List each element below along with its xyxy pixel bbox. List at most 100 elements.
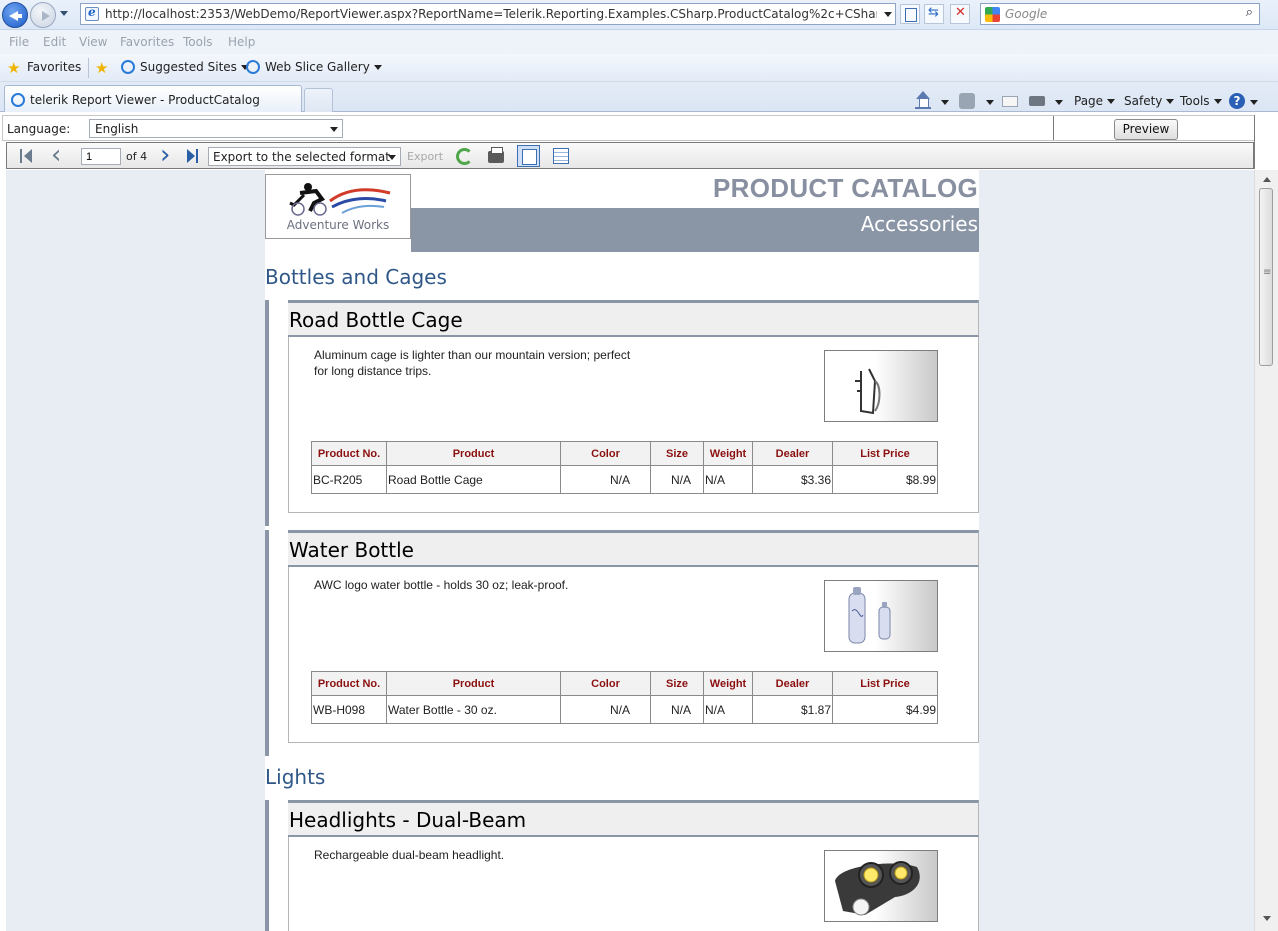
column-header: Dealer: [752, 671, 833, 696]
language-label: Language:: [7, 122, 71, 136]
menu-view[interactable]: View: [79, 35, 107, 49]
parameters-area: Language: English Preview: [2, 115, 1254, 141]
compatibility-view-button[interactable]: [900, 4, 920, 24]
chevron-down-icon[interactable]: [986, 100, 994, 105]
table-cell: WB-H098: [311, 695, 387, 724]
table-header-row: Product No. Product Color Size Weight De…: [311, 671, 938, 696]
tools-menu[interactable]: Tools: [1180, 94, 1222, 108]
menu-tools[interactable]: Tools: [183, 35, 213, 49]
menu-edit[interactable]: Edit: [43, 35, 66, 49]
group-bar: [265, 530, 269, 756]
export-link[interactable]: Export: [407, 150, 443, 163]
back-button[interactable]: [2, 2, 28, 28]
ie-icon: [246, 60, 260, 74]
page-number-input[interactable]: [81, 148, 121, 165]
new-tab-button[interactable]: [304, 88, 333, 112]
export-format-select[interactable]: Export to the selected format: [208, 147, 401, 166]
url-field[interactable]: http://localhost:2353/WebDemo/ReportView…: [80, 3, 896, 25]
chevron-down-icon[interactable]: [1250, 100, 1258, 105]
web-slice-gallery-label: Web Slice Gallery: [265, 60, 370, 74]
refresh-button[interactable]: [924, 4, 944, 24]
scroll-up-icon[interactable]: [1263, 177, 1271, 182]
forward-button[interactable]: [30, 2, 56, 28]
refresh-report-icon[interactable]: [456, 148, 473, 165]
table-cell: N/A: [650, 465, 704, 494]
table-cell: $8.99: [832, 465, 938, 494]
report-content-area[interactable]: Adventure Works PRODUCT CATALOG Accessor…: [6, 170, 1254, 931]
chevron-down-icon: [373, 65, 382, 70]
document-map-icon[interactable]: [553, 148, 569, 164]
column-header: Product: [386, 441, 561, 466]
favorites-button[interactable]: Favorites: [27, 60, 81, 74]
print-icon[interactable]: [488, 147, 504, 163]
chevron-down-icon[interactable]: [941, 100, 949, 105]
table-header-row: Product No. Product Color Size Weight De…: [311, 441, 938, 466]
column-header: Weight: [703, 671, 753, 696]
product-name: Road Bottle Cage: [289, 308, 463, 332]
url-dropdown-icon[interactable]: [884, 12, 892, 17]
menu-help[interactable]: Help: [228, 35, 255, 49]
favbar-separator: [88, 58, 89, 78]
scroll-down-icon[interactable]: [1263, 916, 1271, 921]
product-header: Headlights - Dual-Beam: [288, 800, 979, 837]
ie-icon: [121, 60, 135, 74]
previous-page-icon[interactable]: [47, 140, 65, 170]
help-icon[interactable]: ?: [1229, 93, 1245, 109]
product-body: Aluminum cage is lighter than our mounta…: [288, 337, 979, 513]
product-name: Headlights - Dual-Beam: [289, 808, 527, 832]
adventure-works-logo: Adventure Works: [265, 174, 411, 239]
menu-favorites[interactable]: Favorites: [120, 35, 174, 49]
vertical-scrollbar[interactable]: [1254, 170, 1278, 931]
chevron-down-icon: [330, 127, 338, 132]
language-value: English: [95, 122, 139, 136]
table-cell: N/A: [650, 695, 704, 724]
stop-button[interactable]: [950, 4, 970, 24]
safety-menu-label: Safety: [1124, 94, 1163, 108]
rss-feed-icon[interactable]: [959, 93, 975, 109]
chevron-down-icon: [1213, 99, 1222, 104]
home-icon[interactable]: [915, 91, 931, 109]
column-header: Size: [650, 671, 704, 696]
next-page-icon[interactable]: [155, 140, 173, 170]
table-cell: $1.87: [752, 695, 833, 724]
menu-bar: File Edit View Favorites Tools Help: [0, 30, 1278, 54]
add-favorite-icon[interactable]: ★: [95, 59, 108, 77]
water-bottle-icon: [824, 580, 938, 652]
last-page-icon[interactable]: [184, 147, 202, 165]
search-input[interactable]: Google ⌕: [980, 3, 1260, 25]
language-select[interactable]: English: [89, 119, 343, 138]
web-slice-gallery-link[interactable]: Web Slice Gallery: [265, 60, 382, 74]
preview-button[interactable]: Preview: [1114, 119, 1178, 140]
product-description: AWC logo water bottle - holds 30 oz; lea…: [314, 578, 569, 592]
product-header: Road Bottle Cage: [288, 300, 979, 337]
ie-icon: [11, 93, 25, 107]
table-cell: N/A: [560, 465, 651, 494]
chevron-down-icon[interactable]: [1055, 100, 1063, 105]
suggested-sites-link[interactable]: Suggested Sites: [140, 60, 249, 74]
logo-text: Adventure Works: [286, 218, 390, 232]
tab-title: telerik Report Viewer - ProductCatalog: [30, 93, 260, 107]
tab-report-viewer[interactable]: telerik Report Viewer - ProductCatalog: [4, 85, 302, 112]
search-icon[interactable]: ⌕: [1246, 5, 1253, 20]
product-name: Water Bottle: [289, 538, 414, 562]
url-text[interactable]: http://localhost:2353/WebDemo/ReportView…: [105, 7, 877, 21]
scrollbar-thumb[interactable]: [1259, 188, 1273, 366]
page-menu[interactable]: Page: [1074, 94, 1116, 108]
table-cell: $4.99: [832, 695, 938, 724]
history-dropdown-icon[interactable]: [60, 11, 68, 16]
table-cell: Road Bottle Cage: [386, 465, 561, 494]
report-page: Adventure Works PRODUCT CATALOG Accessor…: [265, 170, 979, 931]
column-header: Product No.: [311, 671, 387, 696]
headlight-icon: [824, 850, 938, 922]
chevron-down-icon: [1107, 99, 1116, 104]
first-page-icon[interactable]: [17, 147, 35, 165]
menu-file[interactable]: File: [9, 35, 29, 49]
google-icon: [985, 7, 1000, 22]
mail-icon[interactable]: [1002, 96, 1018, 107]
viewer-border: [1254, 115, 1255, 169]
print-preview-toggle-icon[interactable]: [517, 145, 540, 167]
safety-menu[interactable]: Safety: [1124, 94, 1175, 108]
printer-icon[interactable]: [1029, 96, 1045, 106]
column-header: Color: [560, 441, 651, 466]
export-format-value: Export to the selected format: [213, 150, 390, 164]
